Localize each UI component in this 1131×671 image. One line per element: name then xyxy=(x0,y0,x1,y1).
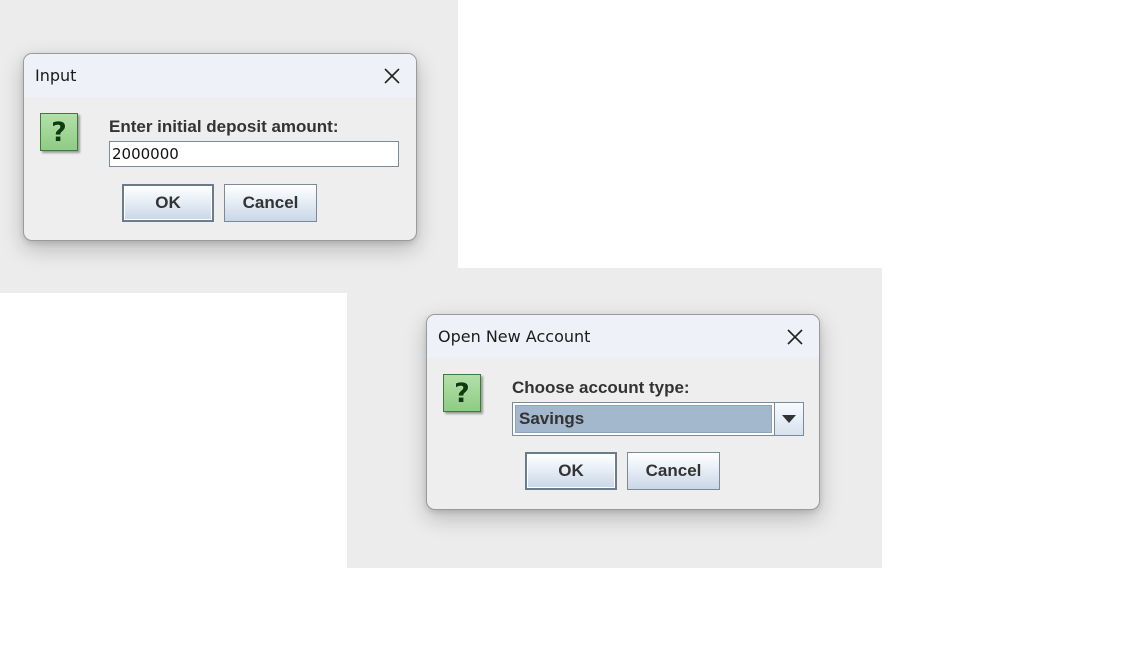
deposit-input-dialog: Input ? Enter initial deposit amount: OK… xyxy=(23,53,417,241)
chevron-down-icon xyxy=(782,415,796,423)
question-icon: ? xyxy=(40,113,78,151)
dialog-titlebar[interactable]: Open New Account xyxy=(427,315,819,358)
account-type-dropdown[interactable]: Savings xyxy=(512,402,804,436)
dialog-title: Input xyxy=(35,66,77,85)
account-type-prompt-label: Choose account type: xyxy=(512,378,690,397)
ok-button[interactable]: OK xyxy=(122,184,214,222)
cancel-button[interactable]: Cancel xyxy=(627,452,720,490)
deposit-prompt-label: Enter initial deposit amount: xyxy=(109,117,339,136)
desktop-canvas: Input ? Enter initial deposit amount: OK… xyxy=(0,0,1131,671)
close-icon xyxy=(787,329,803,345)
open-account-dialog: Open New Account ? Choose account type: … xyxy=(426,314,820,510)
deposit-amount-input[interactable] xyxy=(109,141,399,167)
close-icon xyxy=(384,68,400,84)
cancel-button[interactable]: Cancel xyxy=(224,184,317,222)
close-button[interactable] xyxy=(782,324,808,350)
close-button[interactable] xyxy=(379,63,405,89)
ok-button[interactable]: OK xyxy=(525,452,617,490)
dialog-titlebar[interactable]: Input xyxy=(24,54,416,97)
question-icon: ? xyxy=(443,374,481,412)
dropdown-arrow-button[interactable] xyxy=(774,403,803,435)
dialog-title: Open New Account xyxy=(438,327,591,346)
account-type-selected-value[interactable]: Savings xyxy=(515,405,772,433)
